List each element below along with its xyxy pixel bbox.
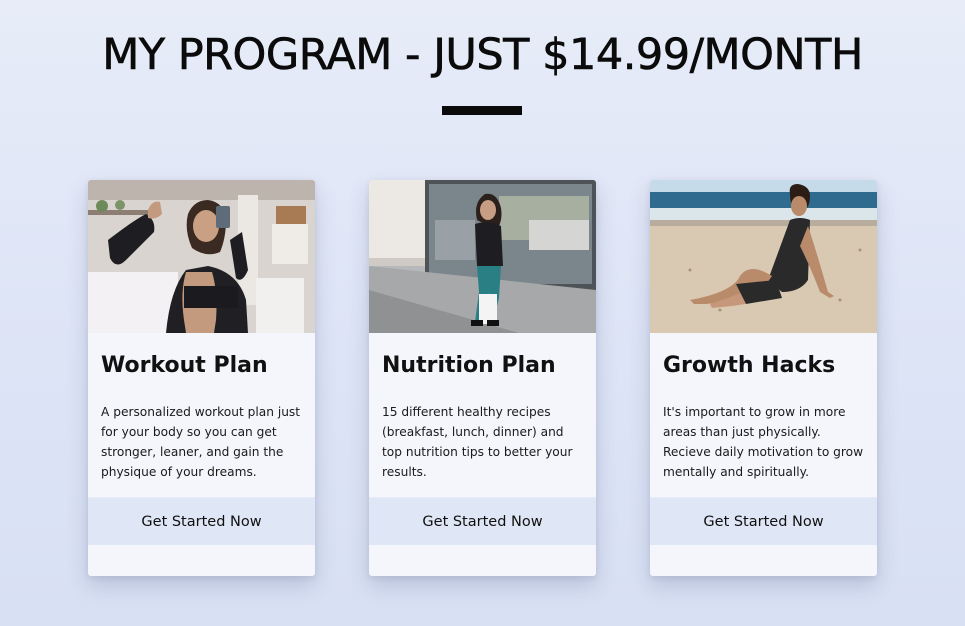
card-title: Nutrition Plan	[382, 353, 556, 378]
program-card-growth: Growth Hacks It's important to grow in m…	[650, 180, 877, 576]
card-description: A personalized workout plan just for you…	[101, 405, 301, 479]
title-underline-divider	[442, 106, 522, 115]
program-card-workout: Workout Plan A personalized workout plan…	[88, 180, 315, 576]
page-title: MY PROGRAM - JUST $14.99/MONTH	[102, 30, 864, 81]
nutrition-photo	[369, 180, 596, 333]
card-title: Growth Hacks	[663, 353, 836, 378]
get-started-button[interactable]: Get Started Now	[88, 497, 315, 545]
get-started-button[interactable]: Get Started Now	[369, 497, 596, 545]
card-title: Workout Plan	[101, 353, 268, 378]
growth-photo	[650, 180, 877, 333]
card-description: 15 different healthy recipes (breakfast,…	[382, 405, 573, 479]
workout-photo	[88, 180, 315, 333]
program-card-nutrition: Nutrition Plan 15 different healthy reci…	[369, 180, 596, 576]
card-description: It's important to grow in more areas tha…	[663, 405, 864, 479]
get-started-button[interactable]: Get Started Now	[650, 497, 877, 545]
